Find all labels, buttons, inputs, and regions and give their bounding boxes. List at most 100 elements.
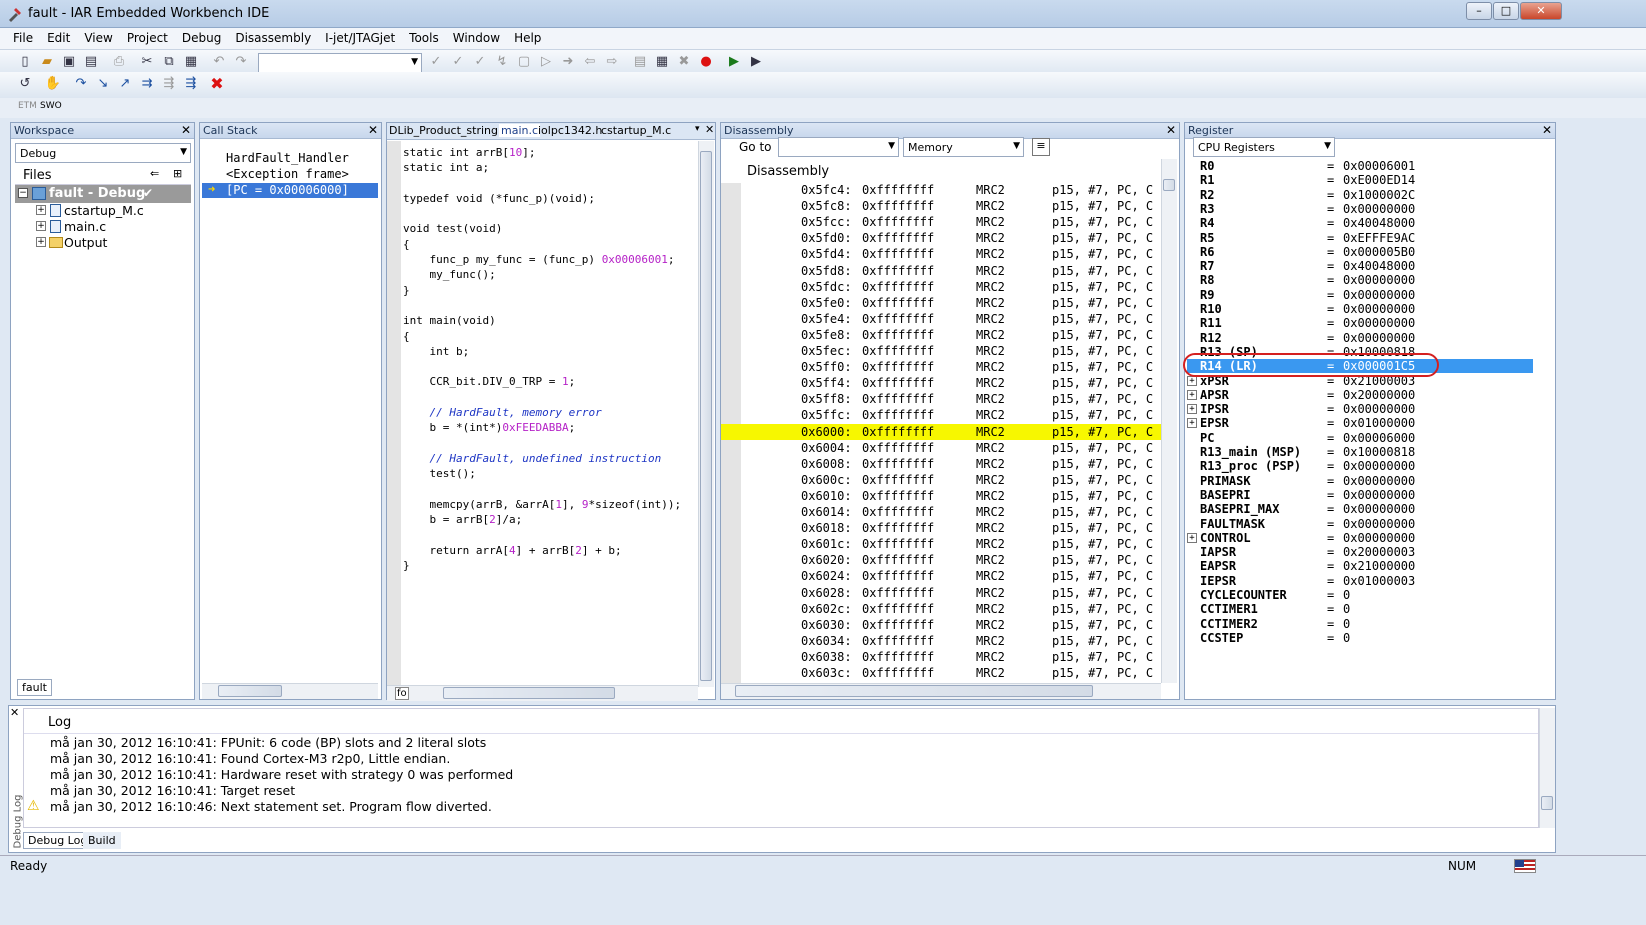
disassembly-row[interactable]: 0x5fe0: 0xffffffff MRC2 p15, #7, PC, C (801, 295, 1161, 311)
register-row[interactable]: R5 = 0xEFFFE9AC (1187, 231, 1533, 245)
reset-icon[interactable]: ↺ (16, 75, 34, 93)
disassembly-row[interactable]: 0x6014: 0xffffffff MRC2 p15, #7, PC, C (801, 504, 1161, 520)
break-icon[interactable]: ✋ (44, 75, 62, 93)
nav-back-icon[interactable]: ⇦ (581, 53, 599, 71)
download-debug-icon[interactable]: ▶ (725, 53, 743, 71)
v-scrollbar[interactable] (1539, 708, 1555, 828)
find-icon[interactable]: ✓ (427, 53, 445, 71)
callstack-item[interactable]: <Exception frame> (226, 167, 349, 181)
menu-file[interactable]: File (6, 28, 40, 45)
close-button[interactable]: ✕ (1520, 2, 1562, 20)
function-button[interactable]: fo (395, 687, 409, 700)
paste-icon[interactable]: ▦ (182, 53, 200, 71)
disassembly-row[interactable]: 0x603c: 0xffffffff MRC2 p15, #7, PC, C (801, 665, 1161, 681)
disassembly-row[interactable]: 0x5fcc: 0xffffffff MRC2 p15, #7, PC, C (801, 214, 1161, 230)
register-row[interactable]: R13_proc (PSP) = 0x00000000 (1187, 459, 1533, 473)
register-row[interactable]: R0 = 0x00006001 (1187, 159, 1533, 173)
register-row[interactable]: R3 = 0x00000000 (1187, 202, 1533, 216)
disassembly-row[interactable]: 0x6018: 0xffffffff MRC2 p15, #7, PC, C (801, 520, 1161, 536)
menu-help[interactable]: Help (507, 28, 548, 45)
save-icon[interactable]: ▣ (60, 53, 78, 71)
disassembly-row[interactable]: 0x6004: 0xffffffff MRC2 p15, #7, PC, C (801, 440, 1161, 456)
h-scrollbar[interactable] (721, 683, 1161, 699)
tab-iolpc[interactable]: iolpc1342.h (538, 124, 602, 137)
close-icon[interactable]: ✕ (1542, 123, 1552, 138)
disassembly-row[interactable]: 0x5fc4: 0xffffffff MRC2 p15, #7, PC, C (801, 182, 1161, 198)
find-prev-icon[interactable]: ✓ (471, 53, 489, 71)
step-over-icon[interactable]: ↷ (72, 75, 90, 93)
disassembly-row[interactable]: 0x5fdc: 0xffffffff MRC2 p15, #7, PC, C (801, 279, 1161, 295)
close-icon[interactable]: ✕ (705, 123, 714, 136)
disassembly-row[interactable]: 0x6038: 0xffffffff MRC2 p15, #7, PC, C (801, 649, 1161, 665)
next-bookmark-icon[interactable]: ➜ (559, 53, 577, 71)
register-row[interactable]: IAPSR = 0x20000003 (1187, 545, 1533, 559)
menu-tools[interactable]: Tools (402, 28, 446, 45)
config-select[interactable]: Debug ▼ (15, 143, 191, 163)
register-row[interactable]: FAULTMASK = 0x00000000 (1187, 517, 1533, 531)
swo-button[interactable]: SWO (40, 101, 62, 111)
register-row[interactable]: R6 = 0x000005B0 (1187, 245, 1533, 259)
goto-icon[interactable]: ▢ (515, 53, 533, 71)
disassembly-row[interactable]: 0x6030: 0xffffffff MRC2 p15, #7, PC, C (801, 617, 1161, 633)
close-icon[interactable]: ✕ (368, 123, 378, 138)
disassembly-row[interactable]: 0x6028: 0xffffffff MRC2 p15, #7, PC, C (801, 585, 1161, 601)
maximize-button[interactable]: □ (1493, 2, 1519, 20)
tree-project-row[interactable]: − fault - Debug ✔ (15, 185, 191, 203)
register-row[interactable]: + EPSR = 0x01000000 (1187, 416, 1533, 430)
make-icon[interactable]: ▦ (653, 53, 671, 71)
toggle-mixed-mode-icon[interactable]: ≡ (1032, 138, 1050, 156)
expand-icon[interactable]: + (36, 205, 46, 215)
collapse-icon[interactable]: − (18, 188, 28, 198)
close-icon[interactable]: ✕ (10, 706, 19, 719)
save-all-icon[interactable]: ▤ (82, 53, 100, 71)
disassembly-row[interactable]: 0x5ff0: 0xffffffff MRC2 p15, #7, PC, C (801, 359, 1161, 375)
register-row[interactable]: R2 = 0x1000002C (1187, 188, 1533, 202)
run-to-cursor-icon[interactable]: ⇶ (160, 75, 178, 93)
step-into-icon[interactable]: ↘ (94, 75, 112, 93)
tab-dlib[interactable]: DLib_Product_string.h (389, 124, 508, 137)
register-row[interactable]: R9 = 0x00000000 (1187, 288, 1533, 302)
register-group-select[interactable]: CPU Registers ▼ (1193, 137, 1335, 157)
stop-debug-icon[interactable]: ✖ (208, 75, 226, 93)
undo-icon[interactable]: ↶ (210, 53, 228, 71)
register-row[interactable]: + IPSR = 0x00000000 (1187, 402, 1533, 416)
print-icon[interactable]: ⎙ (110, 53, 128, 71)
register-row[interactable]: CCSTEP = 0 (1187, 631, 1533, 645)
disassembly-row[interactable]: 0x6008: 0xffffffff MRC2 p15, #7, PC, C (801, 456, 1161, 472)
register-row[interactable]: BASEPRI = 0x00000000 (1187, 488, 1533, 502)
register-row[interactable]: R4 = 0x40048000 (1187, 216, 1533, 230)
register-row[interactable]: PC = 0x00006000 (1187, 431, 1533, 445)
nav-forward-icon[interactable]: ⇨ (603, 53, 621, 71)
disassembly-row[interactable]: 0x5fec: 0xffffffff MRC2 p15, #7, PC, C (801, 343, 1161, 359)
callstack-item-selected[interactable]: ➜ [PC = 0x00006000] (202, 182, 378, 198)
tab-cstartup[interactable]: cstartup_M.c (601, 124, 671, 137)
menu-ijet[interactable]: I-jet/JTAGjet (318, 28, 402, 45)
minimize-button[interactable]: – (1466, 2, 1492, 20)
register-row[interactable]: CCTIMER2 = 0 (1187, 617, 1533, 631)
close-icon[interactable]: ✕ (181, 123, 191, 138)
find-next-icon[interactable]: ✓ (449, 53, 467, 71)
breakpoint-icon[interactable]: ● (697, 53, 715, 71)
replace-icon[interactable]: ↯ (493, 53, 511, 71)
register-row[interactable]: R13_main (MSP) = 0x10000818 (1187, 445, 1533, 459)
disassembly-row[interactable]: 0x6000: 0xffffffff MRC2 p15, #7, PC, C (721, 423, 1161, 440)
debug-no-download-icon[interactable]: ▶ (747, 53, 765, 71)
step-out-icon[interactable]: ↗ (116, 75, 134, 93)
v-scrollbar[interactable] (698, 141, 714, 687)
go-icon[interactable]: ⇶ (182, 75, 200, 93)
tab-main[interactable]: main.c (499, 124, 541, 137)
expand-icon[interactable]: + (36, 237, 46, 247)
compile-icon[interactable]: ▤ (631, 53, 649, 71)
expand-icon[interactable]: + (1187, 375, 1197, 386)
register-row[interactable]: R1 = 0xE000ED14 (1187, 173, 1533, 187)
tab-debug-log[interactable]: Debug Log (23, 832, 93, 849)
goto-input[interactable]: ▼ (778, 137, 899, 157)
register-row[interactable]: IEPSR = 0x01000003 (1187, 574, 1533, 588)
disassembly-row[interactable]: 0x6034: 0xffffffff MRC2 p15, #7, PC, C (801, 633, 1161, 649)
menu-project[interactable]: Project (120, 28, 175, 45)
disassembly-row[interactable]: 0x5fe8: 0xffffffff MRC2 p15, #7, PC, C (801, 327, 1161, 343)
disassembly-row[interactable]: 0x5fe4: 0xffffffff MRC2 p15, #7, PC, C (801, 311, 1161, 327)
disassembly-row[interactable]: 0x5fd8: 0xffffffff MRC2 p15, #7, PC, C (801, 263, 1161, 279)
overview-icon[interactable]: ⊞ (173, 167, 182, 180)
disassembly-row[interactable]: 0x5ff8: 0xffffffff MRC2 p15, #7, PC, C (801, 391, 1161, 407)
